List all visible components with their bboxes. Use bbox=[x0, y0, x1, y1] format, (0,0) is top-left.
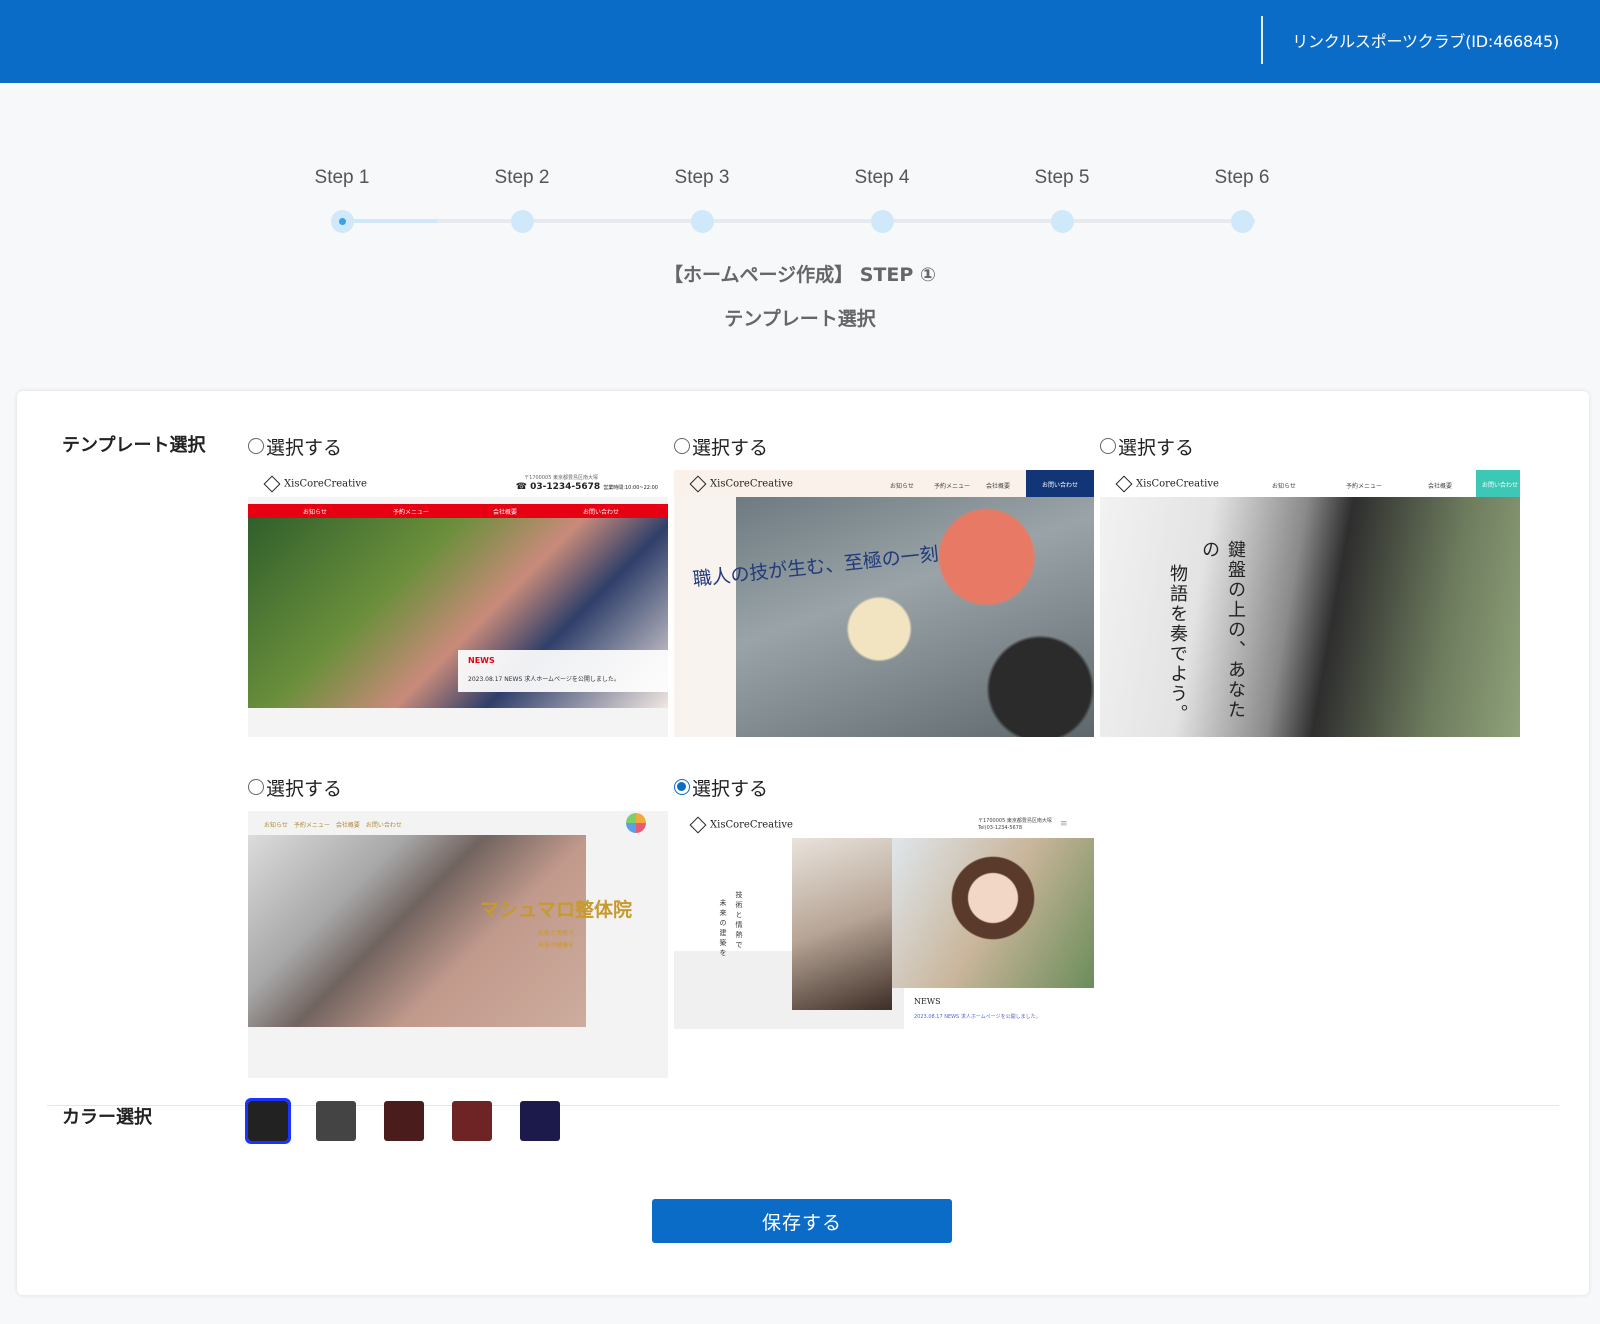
preview-tel: ☎ 03-1234-5678 営業時間:10:00~22:00 bbox=[515, 482, 658, 492]
logo-mark-icon bbox=[1115, 475, 1133, 493]
step-dot-4 bbox=[871, 210, 894, 233]
preview-hero-photo bbox=[1100, 497, 1520, 737]
preview-logo: XisCoreCreative bbox=[1115, 475, 1219, 493]
radio-button[interactable] bbox=[248, 779, 264, 795]
template-option-4[interactable]: 選択する お知らせ 予約メニュー 会社概要 お問い合わせ マシュマロ整体院 技術… bbox=[248, 774, 668, 1078]
step-heading: 【ホームページ作成】 STEP ① bbox=[664, 264, 936, 286]
preview-news-box: NEWS 2023.08.17 NEWS 求人ホームページを公開しました。 bbox=[458, 650, 668, 692]
preview-address: 〒1700005 東京都豊島区南大塚 bbox=[524, 475, 598, 481]
preview-photo-right bbox=[892, 838, 1094, 988]
radio-label[interactable]: 選択する bbox=[692, 433, 768, 460]
template-option-1[interactable]: 選択する XisCoreCreative 〒1700005 東京都豊島区南大塚 … bbox=[248, 433, 668, 737]
template-option-5-radio-row[interactable]: 選択する bbox=[674, 774, 1094, 800]
preview-catch-line1: 鍵盤の上の、あなたの bbox=[1199, 540, 1246, 720]
hamburger-icon: ≡ bbox=[1060, 819, 1068, 829]
step-dot-2 bbox=[511, 210, 534, 233]
logo-mark-icon bbox=[263, 475, 281, 493]
color-section-label: カラー選択 bbox=[62, 1107, 152, 1128]
step-dot-3 bbox=[691, 210, 714, 233]
template-option-3[interactable]: 選択する XisCoreCreative お知らせ 予約メニュー 会社概要 お問… bbox=[1100, 433, 1520, 737]
template-preview-4[interactable]: お知らせ 予約メニュー 会社概要 お問い合わせ マシュマロ整体院 技術と情熱で … bbox=[248, 811, 668, 1078]
radio-label[interactable]: 選択する bbox=[266, 433, 342, 460]
preview-hero-photo bbox=[248, 835, 586, 1027]
color-swatch-3[interactable] bbox=[384, 1101, 424, 1141]
preview-cta: お問い合わせ bbox=[1026, 470, 1094, 497]
logo-mark-icon bbox=[689, 475, 707, 493]
step-dot-1 bbox=[331, 210, 354, 233]
preview-logo-icon bbox=[626, 813, 646, 833]
step-label-5: Step 5 bbox=[1034, 167, 1090, 188]
preview-photo-left bbox=[792, 838, 892, 1010]
preview-catch-line2: 物語を奏でよう。 bbox=[1167, 564, 1188, 724]
step-track bbox=[337, 219, 1255, 223]
radio-button-selected[interactable] bbox=[674, 779, 690, 795]
template-preview-3[interactable]: XisCoreCreative お知らせ 予約メニュー 会社概要 お問い合わせ … bbox=[1100, 470, 1520, 737]
template-option-3-radio-row[interactable]: 選択する bbox=[1100, 433, 1520, 459]
step-label-4: Step 4 bbox=[854, 167, 910, 188]
color-swatch-2[interactable] bbox=[316, 1101, 356, 1141]
template-option-5[interactable]: 選択する XisCoreCreative 〒1700005 東京都豊島区南大塚 … bbox=[674, 774, 1094, 1078]
radio-label[interactable]: 選択する bbox=[266, 774, 342, 801]
preview-logo: XisCoreCreative bbox=[689, 475, 793, 493]
save-button[interactable]: 保存する bbox=[652, 1199, 952, 1243]
preview-nav: XisCoreCreative 〒1700005 東京都豊島区南大塚 ☎ 03-… bbox=[248, 470, 668, 497]
color-swatch-4[interactable] bbox=[452, 1101, 492, 1141]
preview-hero-photo bbox=[736, 497, 1094, 737]
template-preview-1[interactable]: XisCoreCreative 〒1700005 東京都豊島区南大塚 ☎ 03-… bbox=[248, 470, 668, 737]
preview-logo: XisCoreCreative bbox=[689, 816, 793, 834]
step-label-6: Step 6 bbox=[1214, 167, 1270, 188]
step-label-2: Step 2 bbox=[494, 167, 550, 188]
preview-nav: XisCoreCreative お知らせ 予約メニュー 会社概要 お問い合わせ bbox=[674, 470, 1094, 497]
step-dot-5 bbox=[1051, 210, 1074, 233]
template-option-2-radio-row[interactable]: 選択する bbox=[674, 433, 1094, 459]
account-name[interactable]: リンクルスポーツクラブ(ID:466845) bbox=[1292, 28, 1559, 52]
step-dot-6 bbox=[1231, 210, 1254, 233]
preview-red-navbar: お知らせ 予約メニュー 会社概要 お問い合わせ bbox=[248, 504, 668, 518]
header-divider bbox=[1261, 16, 1263, 64]
radio-button[interactable] bbox=[248, 438, 264, 454]
preview-nav: XisCoreCreative お知らせ 予約メニュー 会社概要 お問い合わせ bbox=[1100, 470, 1520, 497]
template-preview-2[interactable]: XisCoreCreative お知らせ 予約メニュー 会社概要 お問い合わせ … bbox=[674, 470, 1094, 737]
preview-cta: お問い合わせ bbox=[1476, 470, 1520, 497]
template-section-label: テンプレート選択 bbox=[62, 435, 206, 456]
template-option-1-radio-row[interactable]: 選択する bbox=[248, 433, 668, 459]
step-label-3: Step 3 bbox=[674, 167, 730, 188]
color-swatch-1[interactable] bbox=[245, 1098, 291, 1144]
radio-label[interactable]: 選択する bbox=[692, 774, 768, 801]
preview-brand: マシュマロ整体院 bbox=[480, 899, 633, 921]
template-option-4-radio-row[interactable]: 選択する bbox=[248, 774, 668, 800]
progress-stepper: Step 1 Step 2 Step 3 Step 4 Step 5 Step 6 bbox=[0, 160, 1600, 240]
preview-nav: XisCoreCreative 〒1700005 東京都豊島区南大塚 Tel)0… bbox=[674, 811, 1094, 838]
preview-news-box: NEWS 2023.08.17 NEWS 求人ホームページを公開しました。 bbox=[912, 993, 1094, 1029]
radio-label[interactable]: 選択する bbox=[1118, 433, 1194, 460]
step-label-1: Step 1 bbox=[314, 167, 370, 188]
preview-logo: XisCoreCreative bbox=[263, 475, 367, 493]
preview-nav: お知らせ 予約メニュー 会社概要 お問い合わせ bbox=[248, 811, 668, 838]
radio-button[interactable] bbox=[1100, 438, 1116, 454]
template-option-2[interactable]: 選択する XisCoreCreative お知らせ 予約メニュー 会社概要 お問… bbox=[674, 433, 1094, 737]
template-preview-5[interactable]: XisCoreCreative 〒1700005 東京都豊島区南大塚 Tel)0… bbox=[674, 811, 1094, 1078]
logo-mark-icon bbox=[689, 816, 707, 834]
radio-button[interactable] bbox=[674, 438, 690, 454]
settings-card: テンプレート選択 選択する XisCoreCreative 〒1700005 東… bbox=[17, 391, 1589, 1295]
top-header: リンクルスポーツクラブ(ID:466845) bbox=[0, 0, 1600, 83]
step-subheading: テンプレート選択 bbox=[724, 308, 876, 330]
color-swatch-5[interactable] bbox=[520, 1101, 560, 1141]
